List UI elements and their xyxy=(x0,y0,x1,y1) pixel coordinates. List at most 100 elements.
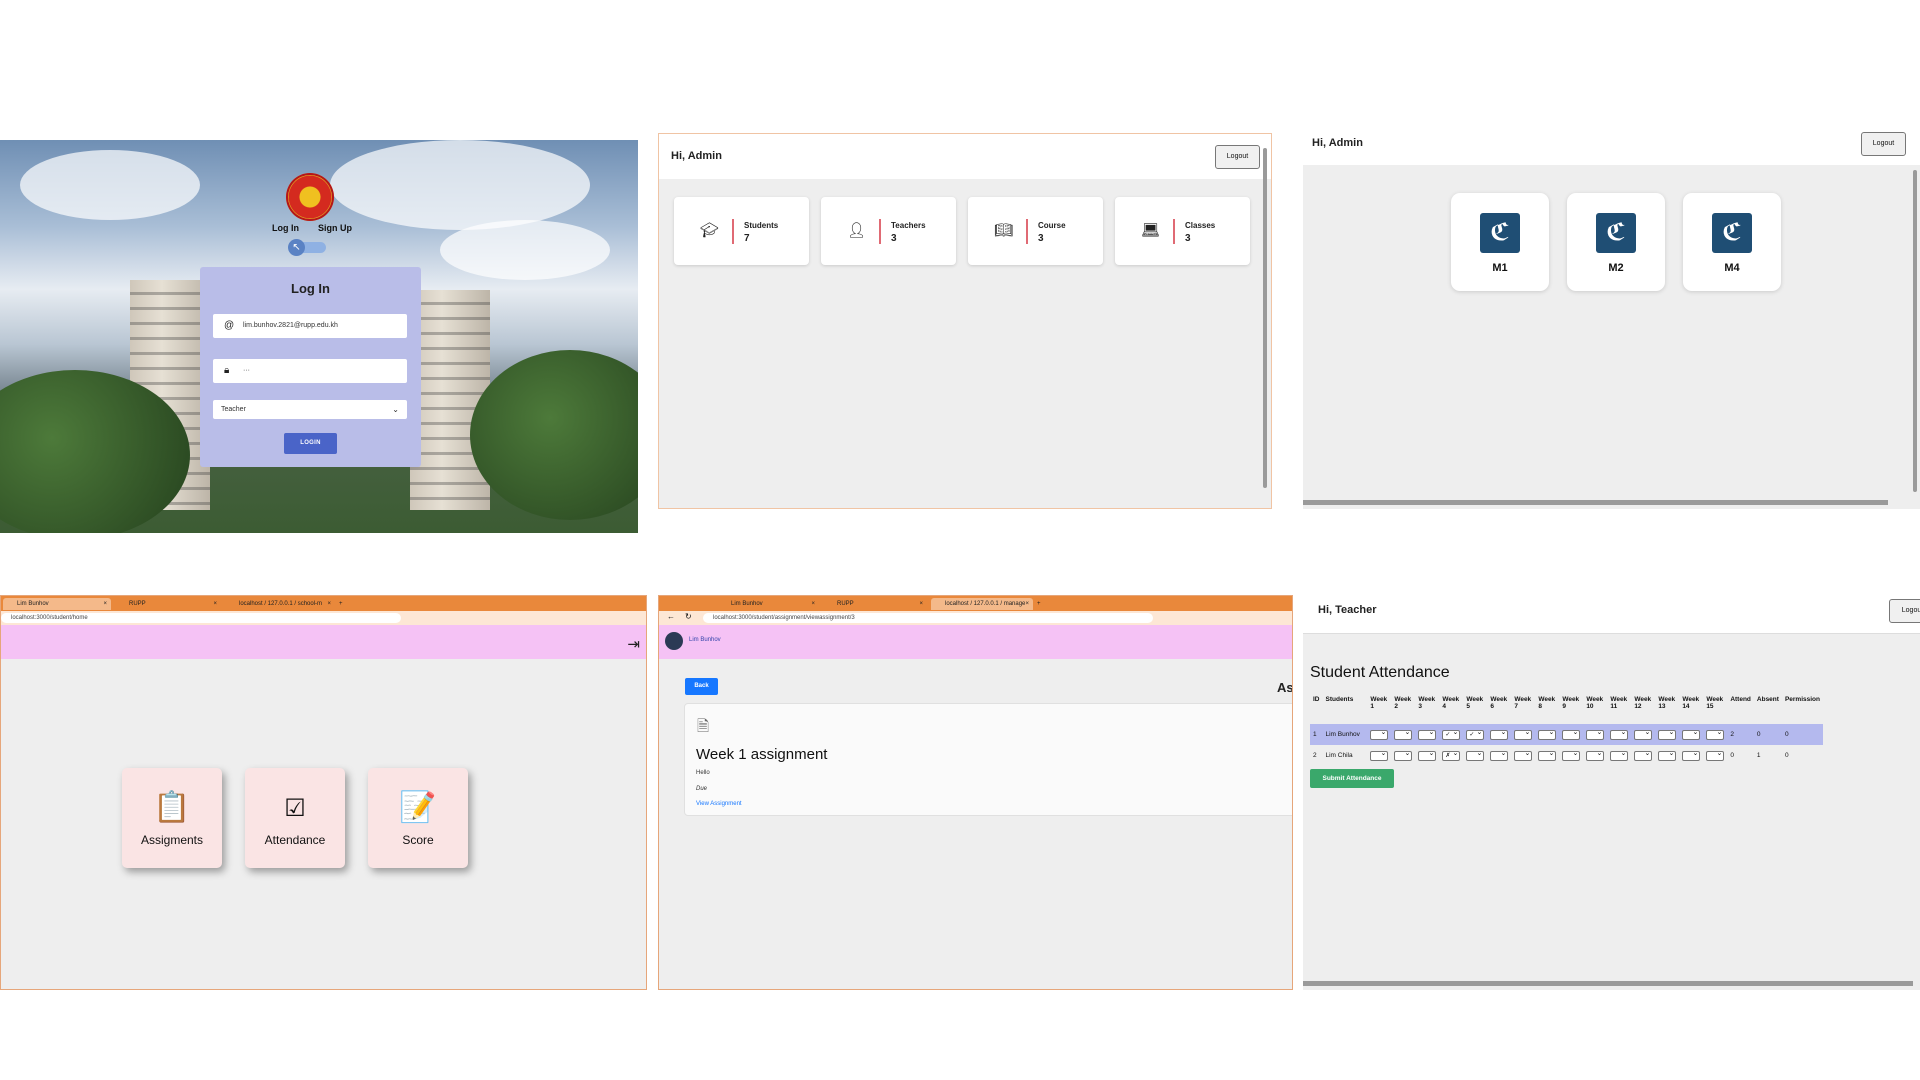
attendance-select[interactable]: ✓ xyxy=(1466,729,1485,740)
week-column-header: Week 7 xyxy=(1514,696,1532,710)
attendance-select[interactable] xyxy=(1490,729,1509,740)
stat-card-course[interactable]: 📖︎ Course 3 xyxy=(968,197,1103,265)
permission-count: 0 xyxy=(1784,752,1789,759)
attendance-select[interactable]: ✓ xyxy=(1442,729,1461,740)
attendance-select[interactable] xyxy=(1610,750,1629,761)
attendance-select[interactable] xyxy=(1610,729,1629,740)
week-cell xyxy=(1487,745,1511,766)
logout-button[interactable]: Logout xyxy=(1215,145,1260,169)
submit-attendance-button[interactable]: Submit Attendance xyxy=(1310,769,1394,788)
login-signup-toggle[interactable]: ↖ xyxy=(288,239,326,256)
vertical-scrollbar[interactable] xyxy=(1263,148,1267,488)
login-button[interactable]: LOGIN xyxy=(284,433,337,454)
attendance-select[interactable] xyxy=(1370,750,1389,761)
attendance-select[interactable] xyxy=(1586,750,1605,761)
greeting: Hi, Admin xyxy=(1312,137,1363,149)
back-arrow-icon[interactable]: ← xyxy=(667,612,675,621)
attendance-select[interactable] xyxy=(1538,729,1557,740)
new-tab-icon[interactable]: + xyxy=(1033,598,1041,610)
attendance-select[interactable] xyxy=(1634,729,1653,740)
attendance-select[interactable] xyxy=(1514,750,1533,761)
attendance-select[interactable] xyxy=(1682,750,1701,761)
week-cell xyxy=(1655,724,1680,745)
week-cell xyxy=(1463,745,1487,766)
class-name: M2 xyxy=(1608,262,1624,274)
horizontal-scrollbar[interactable] xyxy=(1303,981,1913,986)
attendance-select[interactable] xyxy=(1562,750,1581,761)
page-heading: As xyxy=(1277,680,1293,695)
browser-tab[interactable]: Lim Bunhov × xyxy=(3,598,111,610)
week-cell xyxy=(1511,724,1536,745)
attendance-select[interactable] xyxy=(1538,750,1557,761)
cloud-decoration xyxy=(440,220,610,280)
avatar xyxy=(665,632,683,650)
browser-tab[interactable]: localhost / 127.0.0.1 / school-m × xyxy=(225,598,335,610)
stat-card-classes[interactable]: 💻︎ Classes 3 xyxy=(1115,197,1250,265)
login-tab[interactable]: Log In xyxy=(272,223,299,233)
attendance-select[interactable] xyxy=(1490,750,1509,761)
week-cell xyxy=(1415,724,1440,745)
class-card-m1[interactable]: ℭ M1 xyxy=(1451,193,1549,291)
attendance-select[interactable] xyxy=(1658,729,1677,740)
teacher-icon: 👤︎ xyxy=(847,222,867,239)
attendance-select[interactable] xyxy=(1514,729,1533,740)
logout-button[interactable]: Logou xyxy=(1889,599,1920,623)
browser-tab[interactable]: RUPP × xyxy=(115,598,221,610)
week-cell xyxy=(1607,745,1631,766)
login-card: Log In @ lim.bunhov.2821@rupp.edu.kh 🔒︎ … xyxy=(200,267,421,467)
vertical-scrollbar[interactable] xyxy=(1913,170,1917,492)
menu-card-attendance[interactable]: ☑︎ Attendance xyxy=(245,768,345,868)
signup-tab[interactable]: Sign Up xyxy=(318,223,352,233)
browser-tab[interactable]: Lim Bunhov × xyxy=(717,598,819,610)
week-column-header: Week 9 xyxy=(1562,696,1580,710)
logout-button[interactable]: Logout xyxy=(1861,132,1906,156)
close-icon: × xyxy=(919,601,923,607)
table-row: 2 Lim Chila ✗ 0 1 0 xyxy=(1310,745,1823,766)
class-logo-icon: ℭ xyxy=(1480,213,1520,253)
back-button[interactable]: Back xyxy=(685,678,718,695)
attendance-select[interactable] xyxy=(1394,750,1413,761)
url-field[interactable]: localhost:3000/student/home xyxy=(1,613,401,623)
stat-value: 3 xyxy=(1185,233,1191,244)
horizontal-scrollbar[interactable] xyxy=(1303,500,1888,505)
email-field[interactable]: @ lim.bunhov.2821@rupp.edu.kh xyxy=(213,314,407,338)
stat-card-teachers[interactable]: 👤︎ Teachers 3 xyxy=(821,197,956,265)
view-assignment-link[interactable]: View Assignment xyxy=(696,801,742,807)
menu-card-score[interactable]: 📝 Score xyxy=(368,768,468,868)
browser-tab[interactable]: RUPP × xyxy=(823,598,927,610)
attendance-select[interactable] xyxy=(1418,750,1437,761)
classes-screenshot: Hi, Admin Logout ℭ M1 ℭ M2 ℭ M4 xyxy=(1303,130,1920,509)
absent-count: 1 xyxy=(1756,752,1761,759)
role-select[interactable]: Teacher ⌄ xyxy=(213,400,407,419)
browser-tab[interactable]: localhost / 127.0.0.1 / manage × xyxy=(931,598,1033,610)
close-icon: × xyxy=(103,601,107,607)
reload-icon[interactable]: ↻ xyxy=(685,612,692,621)
password-field[interactable]: 🔒︎ ··· xyxy=(213,359,407,383)
column-header: Students xyxy=(1325,696,1354,703)
close-icon: × xyxy=(811,601,815,607)
password-value: ··· xyxy=(243,367,250,374)
attendance-select[interactable] xyxy=(1418,729,1437,740)
attendance-select[interactable] xyxy=(1562,729,1581,740)
attendance-select[interactable] xyxy=(1658,750,1677,761)
university-seal-icon xyxy=(286,173,334,221)
new-tab-icon[interactable]: + xyxy=(335,598,343,610)
menu-card-assignments[interactable]: 📋 Assigments xyxy=(122,768,222,868)
attendance-select[interactable] xyxy=(1394,729,1413,740)
stat-card-students[interactable]: 🎓︎ Students 7 xyxy=(674,197,809,265)
attendance-select[interactable] xyxy=(1586,729,1605,740)
attendance-select[interactable] xyxy=(1706,750,1725,761)
column-header: ID xyxy=(1313,696,1320,703)
url-field[interactable]: localhost:3000/student/assignment/viewas… xyxy=(703,613,1153,623)
attendance-select[interactable]: ✗ xyxy=(1442,750,1461,761)
attendance-select[interactable] xyxy=(1706,729,1725,740)
attendance-select[interactable] xyxy=(1370,729,1389,740)
class-card-m4[interactable]: ℭ M4 xyxy=(1683,193,1781,291)
table-header-row: ID Students Week 1 Week 2 Week 3 Week 4 Week 5 Wee… xyxy=(1310,694,1823,724)
stat-value: 3 xyxy=(1038,233,1044,244)
attendance-select[interactable] xyxy=(1634,750,1653,761)
logout-icon[interactable]: ⇥ xyxy=(627,635,640,653)
attendance-select[interactable] xyxy=(1466,750,1485,761)
attendance-select[interactable] xyxy=(1682,729,1701,740)
class-card-m2[interactable]: ℭ M2 xyxy=(1567,193,1665,291)
